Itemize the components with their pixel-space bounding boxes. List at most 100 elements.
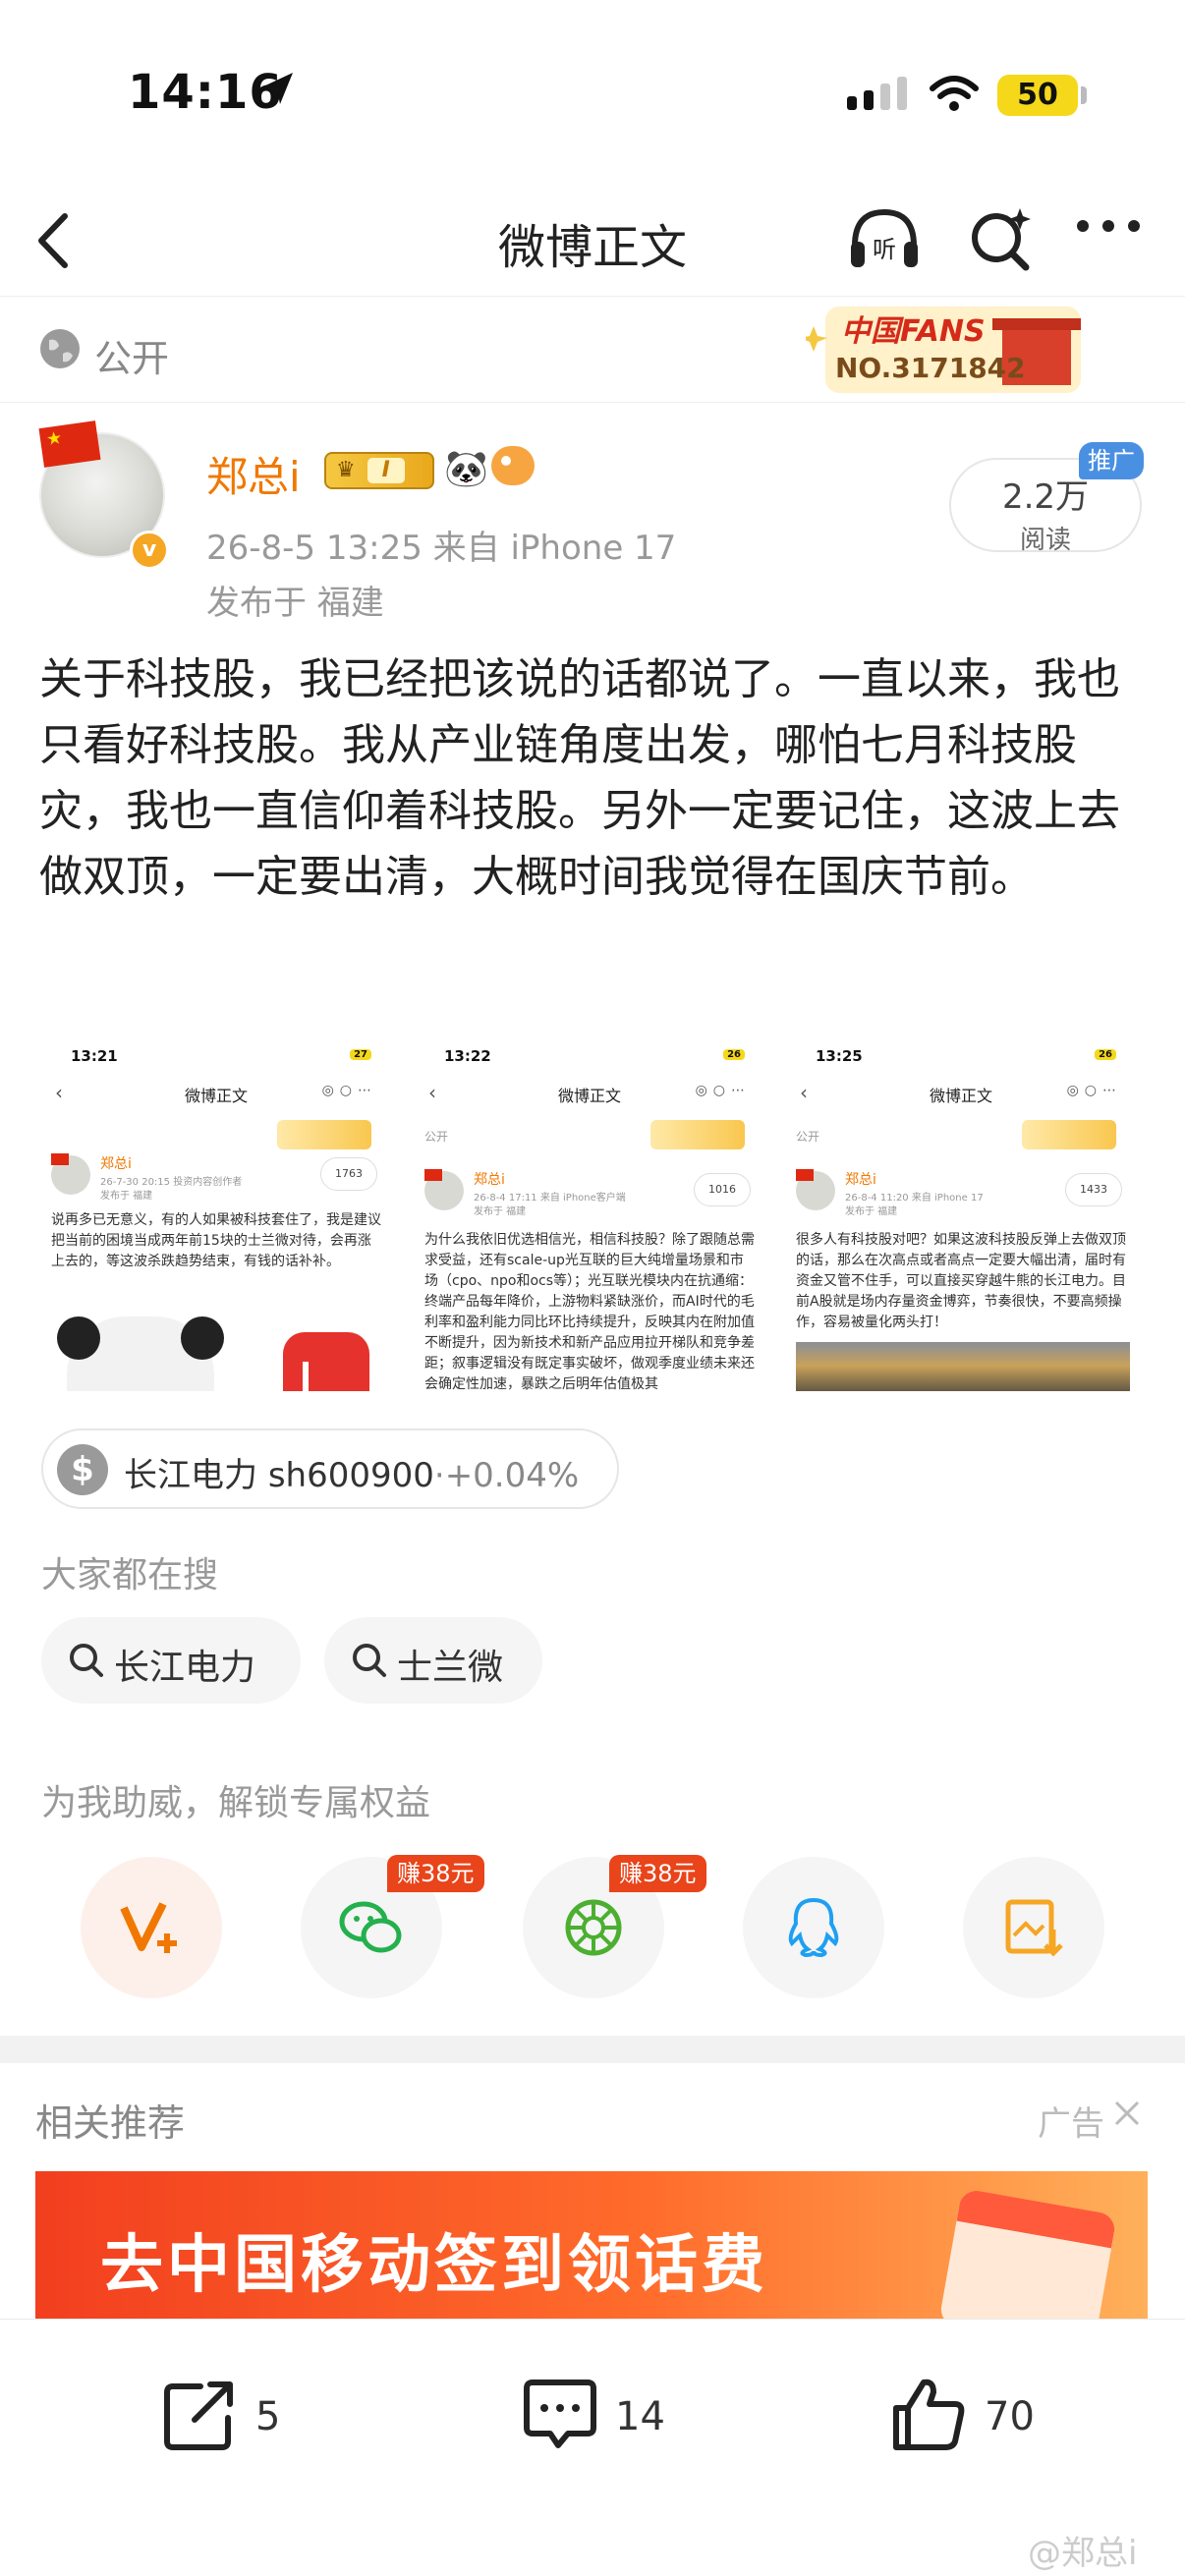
stock-name: 长江电力 (124, 1456, 257, 1495)
calendar-icon (938, 2188, 1117, 2319)
user-name[interactable]: 郑总i (206, 444, 301, 504)
visibility-label: 公开 (94, 337, 170, 380)
ad-banner[interactable]: 去中国移动签到领话费 (35, 2171, 1148, 2319)
image-nav-icons: ◎○⋯ (1066, 1083, 1122, 1098)
qq-share-button[interactable] (743, 1857, 884, 1998)
image-status-bar: 13:21 27 (43, 1047, 389, 1071)
image-user-name: 郑总i (100, 1156, 132, 1172)
post-image-3[interactable]: 13:25 26 ‹ 微博正文 ◎○⋯ 公开 郑总i 26-8-4 11:20 … (788, 1043, 1134, 1391)
headphones-listen-icon[interactable]: 听 (845, 200, 924, 283)
image-location: 发布于 福建 (474, 1206, 527, 1217)
image-user-name: 郑总i (845, 1172, 876, 1188)
image-status-bar: 13:22 26 (417, 1047, 762, 1071)
image-user: 郑总i 26-8-4 11:20 来自 iPhone 17 发布于 福建 143… (796, 1169, 1134, 1228)
bottom-action-bar: 5 14 70 @郑总i (0, 2319, 1185, 2576)
image-fans-badge (650, 1120, 745, 1149)
ad-label: 广告 (1038, 2104, 1104, 2144)
v-plus-button[interactable] (81, 1857, 222, 1998)
v-plus-icon (120, 1902, 177, 1953)
close-icon[interactable] (1112, 2099, 1142, 2132)
image-nav-title: 微博正文 (184, 1087, 248, 1105)
stock-chip[interactable]: $ 长江电力 sh600900·+0.04% (41, 1428, 619, 1509)
image-read: 1763 (320, 1157, 377, 1191)
panda-badge-icon[interactable]: 🐼 (444, 448, 488, 489)
save-image-button[interactable] (963, 1857, 1104, 1998)
image-visibility: 公开 (424, 1130, 449, 1144)
image-location: 发布于 福建 (845, 1206, 898, 1217)
save-image-icon (1005, 1899, 1063, 1957)
image-fans-badge (277, 1120, 371, 1149)
globe-icon (37, 326, 83, 375)
image-avatar (424, 1169, 464, 1210)
tree-photo (796, 1342, 1130, 1391)
post-meta: 26-8-5 13:25 来自 iPhone 17 (206, 529, 677, 568)
post-image-1[interactable]: 13:21 27 ‹ 微博正文 ◎○⋯ 郑总i 26-7-30 20:15 投资… (43, 1043, 389, 1391)
reward-badge: 赚38元 (387, 1855, 484, 1892)
search-chip[interactable]: 士兰微 (324, 1617, 542, 1704)
post-image-2[interactable]: 13:22 26 ‹ 微博正文 ◎○⋯ 公开 郑总i 26-8-4 17:11 … (417, 1043, 762, 1391)
image-read: 1433 (1065, 1173, 1122, 1206)
wechat-icon (339, 1901, 402, 1953)
image-user: 郑总i 26-8-4 17:11 来自 iPhone客户端 发布于 福建 101… (424, 1169, 762, 1228)
location-arrow-icon (261, 71, 295, 112)
stock-change: +0.04% (444, 1456, 580, 1495)
vip-crown-badge[interactable]: ♛ I (324, 452, 434, 489)
more-dots-icon[interactable] (1073, 216, 1144, 240)
wifi-icon (929, 75, 980, 118)
fans-badge[interactable]: 中国FANS NO.3171842 (800, 297, 1100, 395)
image-user: 郑总i 26-7-30 20:15 投资内容创作者 发布于 福建 1763 (51, 1153, 389, 1212)
stock-text: 长江电力 sh600900·+0.04% (124, 1448, 579, 1496)
image-status-time: 13:21 (71, 1047, 118, 1065)
image-read: 1016 (694, 1173, 751, 1206)
image-user-name: 郑总i (474, 1172, 505, 1188)
image-visibility: 公开 (796, 1130, 820, 1144)
status-bar: 14:16 50 (0, 0, 1185, 187)
search-chip[interactable]: 长江电力 (41, 1617, 301, 1704)
dollar-icon: $ (57, 1444, 108, 1495)
qq-icon (788, 1897, 839, 1958)
image-status-time: 13:25 (816, 1047, 863, 1065)
image-status-time: 13:22 (444, 1047, 491, 1065)
image-nav: ‹ 微博正文 ◎○⋯ (788, 1081, 1134, 1106)
image-nav-title: 微博正文 (557, 1087, 621, 1105)
repost-count: 5 (255, 2394, 281, 2439)
image-avatar (51, 1153, 90, 1195)
svg-text:听: 听 (873, 236, 896, 263)
visibility-row: 公开 中国FANS NO.3171842 (0, 297, 1185, 403)
search-icon (67, 1641, 106, 1684)
ad-banner-text: 去中国移动签到领话费 (100, 2229, 768, 2302)
post-location: 发布于 福建 (206, 584, 384, 623)
related-title: 相关推荐 (35, 2101, 186, 2145)
image-back-icon: ‹ (428, 1081, 436, 1104)
comment-count: 14 (615, 2394, 665, 2439)
search-sparkle-icon[interactable] (963, 200, 1042, 283)
like-count: 70 (985, 2394, 1035, 2439)
image-nav-icons: ◎○⋯ (695, 1083, 751, 1098)
post-body: 关于科技股，我已经把该说的话都说了。一直以来，我也只看好科技股。我从产业链角度出… (39, 654, 1120, 902)
image-back-icon: ‹ (800, 1081, 808, 1104)
comment-icon (524, 2380, 596, 2448)
image-fans-badge (1022, 1120, 1116, 1149)
stock-separator: · (433, 1456, 445, 1495)
battery-tip (1081, 86, 1087, 104)
search-chip-label: 士兰微 (397, 1648, 504, 1688)
image-nav-title: 微博正文 (929, 1087, 992, 1105)
image-text: 说再多已无意义，有的人如果被科技套住了，我是建议把当前的困境当成两年前15块的士… (51, 1212, 381, 1269)
image-nav-icons: ◎○⋯ (321, 1083, 377, 1098)
vip-level: I (367, 458, 405, 483)
panda-meme-image (57, 1316, 224, 1391)
reward-badge: 赚38元 (609, 1855, 706, 1892)
stock-app-icon (283, 1332, 369, 1391)
stock-code: sh600900 (267, 1456, 434, 1495)
read-label: 阅读 (1019, 526, 1071, 555)
cellular-signal-icon (847, 77, 907, 110)
boost-title: 为我助威，解锁专属权益 (41, 1783, 431, 1823)
search-chip-label: 长江电力 (114, 1648, 256, 1688)
fish-badge-icon[interactable] (491, 446, 535, 485)
image-battery: 26 (1095, 1049, 1116, 1060)
fans-badge-title: 中国FANS (841, 314, 986, 349)
image-nav: ‹ 微博正文 ◎○⋯ (417, 1081, 762, 1106)
status-time: 14:16 (128, 65, 283, 120)
china-flag-icon (38, 420, 101, 468)
search-icon (350, 1641, 389, 1684)
